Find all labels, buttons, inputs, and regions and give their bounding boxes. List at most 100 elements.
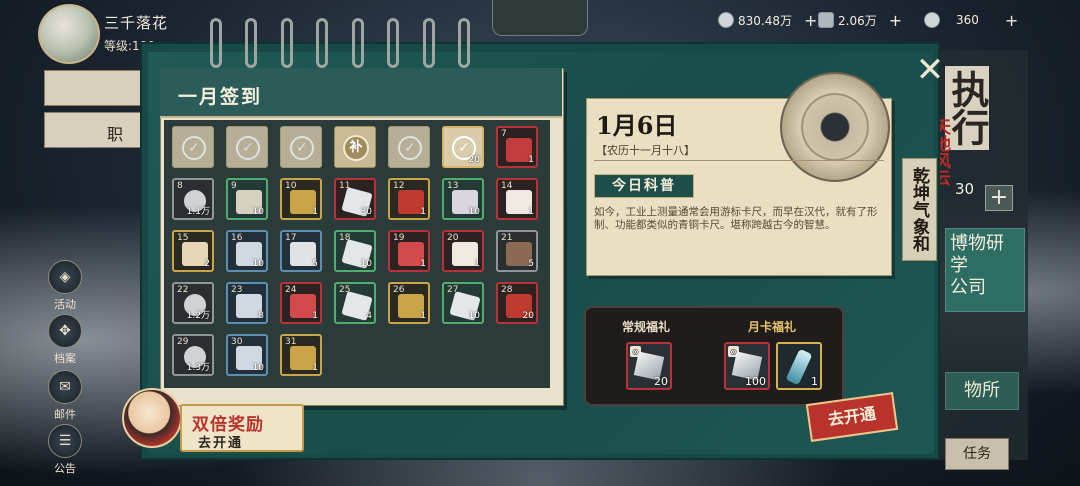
item-quantity: 1 xyxy=(312,207,318,217)
calendar-day-15[interactable]: 15 2 xyxy=(172,230,214,272)
calendar-day-29[interactable]: 29 1.3万 xyxy=(172,334,214,376)
calendar-day-17[interactable]: 17 5 xyxy=(280,230,322,272)
item-quantity: 1.3万 xyxy=(186,363,210,373)
calendar-day-14[interactable]: 14 1 xyxy=(496,178,538,220)
calendar-day-8[interactable]: 8 1.1万 xyxy=(172,178,214,220)
calendar-day-10[interactable]: 10 1 xyxy=(280,178,322,220)
right-museum-label: 博物研学 xyxy=(950,233,1004,276)
calendar-day-16[interactable]: 16 10 xyxy=(226,230,268,272)
side-mail-button[interactable]: ✉ 邮件 xyxy=(44,370,86,422)
day-number: 27 xyxy=(447,285,459,295)
monthly-reward-item[interactable]: ◎ 100 xyxy=(724,342,770,390)
monthly-reward-item[interactable]: 1 xyxy=(776,342,822,390)
calendar-day-3[interactable]: ✓ xyxy=(280,126,322,168)
check-icon: ✓ xyxy=(398,136,422,160)
add-bronze-button[interactable]: + xyxy=(889,11,902,30)
player-name: 三千落花 xyxy=(104,14,169,32)
calendar-day-19[interactable]: 19 1 xyxy=(388,230,430,272)
double-reward-button[interactable]: 去开通 xyxy=(198,432,243,451)
day-number: 16 xyxy=(231,233,243,243)
calendar-day-5[interactable]: ✓ xyxy=(388,126,430,168)
right-add-button[interactable]: + xyxy=(985,185,1013,211)
item-quantity: 5 xyxy=(528,259,534,269)
day-number: 30 xyxy=(231,337,243,347)
right-company-label: 公司 xyxy=(950,277,986,298)
calendar-day-11[interactable]: 11 30 xyxy=(334,178,376,220)
calendar-day-31[interactable]: 31 1 xyxy=(280,334,322,376)
calendar-day-12[interactable]: 12 1 xyxy=(388,178,430,220)
calendar-day-23[interactable]: 23 8 xyxy=(226,282,268,324)
calendar-day-7[interactable]: 71 xyxy=(496,126,538,168)
compass-emblem-icon xyxy=(780,72,890,182)
reward-qty: 20 xyxy=(654,375,668,388)
calendar-day-28[interactable]: 28 20 xyxy=(496,282,538,324)
right-shop-button[interactable]: 物所 xyxy=(945,372,1019,410)
side-activity-label: 活动 xyxy=(54,298,76,311)
date-divider xyxy=(594,160,884,161)
side-archive-button[interactable]: ✥ 档案 xyxy=(44,314,86,366)
calendar-day-18[interactable]: 18 10 xyxy=(334,230,376,272)
calendar-day-9[interactable]: 9 10 xyxy=(226,178,268,220)
right-museum-panel[interactable]: 博物研学 公司 xyxy=(945,228,1025,312)
side-mail-label: 邮件 xyxy=(54,408,76,421)
monthly-reward-label: 月卡福礼 xyxy=(748,320,797,334)
calendar-day-30[interactable]: 30 10 xyxy=(226,334,268,376)
day-number: 18 xyxy=(339,233,351,243)
item-quantity: 20 xyxy=(468,155,480,165)
calendar-day-24[interactable]: 24 1 xyxy=(280,282,322,324)
science-tag: 今日科普 xyxy=(594,174,694,198)
side-notice-label: 公告 xyxy=(54,462,76,475)
mascot-icon xyxy=(122,388,182,448)
notice-icon: ☰ xyxy=(48,424,82,458)
add-energy-button[interactable]: + xyxy=(1005,11,1018,30)
vial-icon xyxy=(785,348,813,386)
item-quantity: 1.2万 xyxy=(186,311,210,321)
day-number: 8 xyxy=(177,181,183,191)
add-silver-button[interactable]: + xyxy=(804,11,817,30)
resource-bronze: 2.06万 + xyxy=(818,10,902,30)
day-number: 10 xyxy=(285,181,297,191)
item-quantity: 1 xyxy=(312,311,318,321)
player-avatar[interactable] xyxy=(38,4,100,64)
regular-reward-item[interactable]: ◎ 20 xyxy=(626,342,672,390)
calendar-day-6[interactable]: ✓ 20 xyxy=(442,126,484,168)
calendar-day-13[interactable]: 13 10 xyxy=(442,178,484,220)
item-quantity: 1 xyxy=(420,259,426,269)
day-number: 17 xyxy=(285,233,297,243)
science-text: 如今，工业上测量通常会用游标卡尺，而早在汉代，就有了形制、功能都类似的青铜卡尺。… xyxy=(594,206,878,231)
task-button[interactable]: 任务 xyxy=(945,438,1009,470)
item-quantity: 10 xyxy=(468,311,480,321)
day-number: 13 xyxy=(447,181,459,191)
item-quantity: 2 xyxy=(204,259,210,269)
double-reward-banner[interactable]: 双倍奖励 去开通 xyxy=(118,388,304,460)
item-quantity: 1 xyxy=(420,311,426,321)
item-quantity: 10 xyxy=(468,207,480,217)
side-notice-button[interactable]: ☰ 公告 xyxy=(44,424,86,476)
calendar-day-26[interactable]: 26 1 xyxy=(388,282,430,324)
day-number: 23 xyxy=(231,285,243,295)
calendar-day-20[interactable]: 20 1 xyxy=(442,230,484,272)
calendar-day-2[interactable]: ✓ xyxy=(226,126,268,168)
calendar-day-1[interactable]: ✓ xyxy=(172,126,214,168)
activity-icon: ◈ xyxy=(48,260,82,294)
calendar-day-22[interactable]: 22 1.2万 xyxy=(172,282,214,324)
calendar-day-4[interactable]: 补 xyxy=(334,126,376,168)
reward-qty: 1 xyxy=(811,375,818,388)
makeup-signin-icon: 补 xyxy=(343,135,369,161)
side-activity-button[interactable]: ◈ 活动 xyxy=(44,260,86,312)
item-quantity: 1 xyxy=(528,155,534,165)
calendar-day-27[interactable]: 27 10 xyxy=(442,282,484,324)
calendar-day-25[interactable]: 25 4 xyxy=(334,282,376,324)
item-quantity: 10 xyxy=(252,207,264,217)
calendar-day-21[interactable]: 21 5 xyxy=(496,230,538,272)
item-quantity: 20 xyxy=(522,311,534,321)
close-icon[interactable]: ✕ xyxy=(912,52,948,88)
item-quantity: 5 xyxy=(312,259,318,269)
check-icon: ✓ xyxy=(182,136,206,160)
resource-bronze-value: 2.06万 xyxy=(838,13,877,28)
item-quantity: 8 xyxy=(258,311,264,321)
reward-qty: 100 xyxy=(745,375,766,388)
silver-coin-icon xyxy=(718,12,734,28)
bronze-coin-icon xyxy=(818,12,834,28)
item-quantity: 1.1万 xyxy=(186,207,210,217)
